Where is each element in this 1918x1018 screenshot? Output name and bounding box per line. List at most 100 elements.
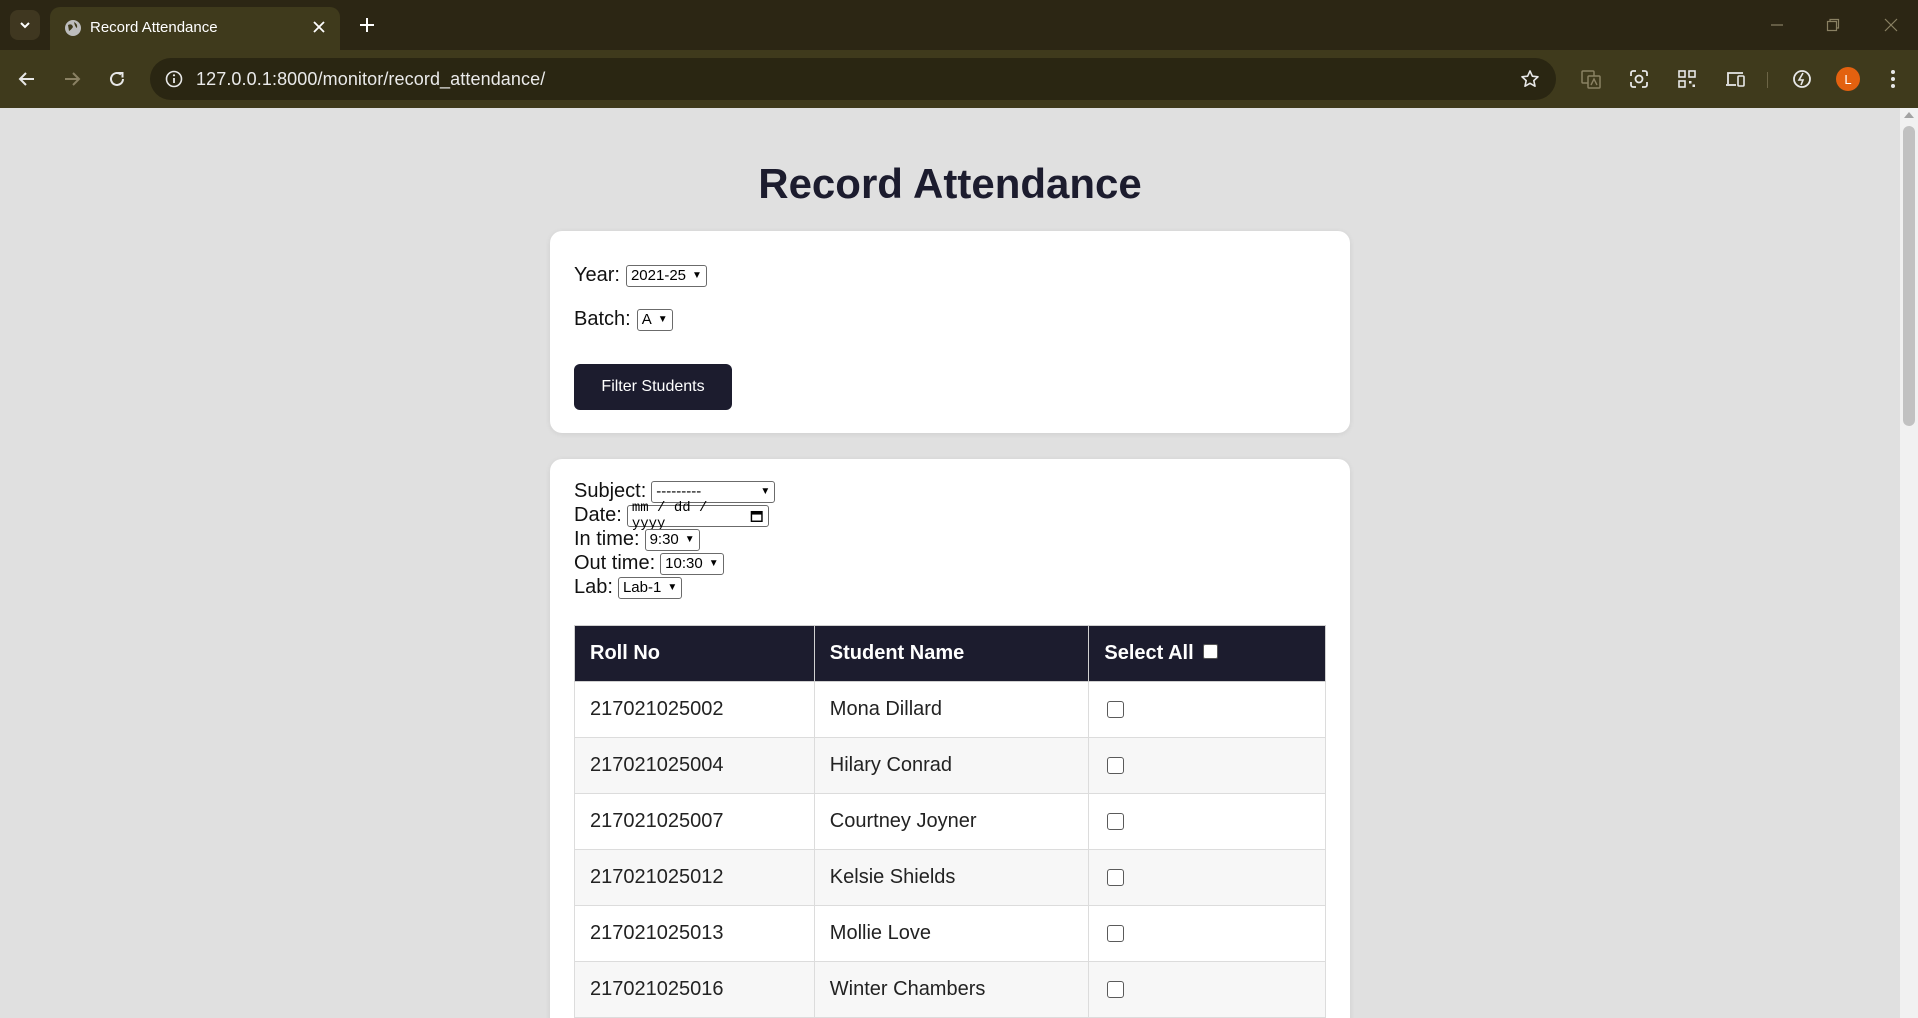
student-name-cell: Winter Chambers	[813, 961, 1090, 1018]
chevron-down-icon: ▼	[692, 270, 702, 281]
reload-icon	[110, 71, 124, 86]
back-button[interactable]	[12, 64, 42, 94]
url-text: 127.0.0.1:8000/monitor/record_attendance…	[196, 69, 546, 89]
address-bar[interactable]: 127.0.0.1:8000/monitor/record_attendance…	[150, 58, 1556, 100]
out-time-row: Out time: 10:30 ▼	[574, 552, 724, 575]
select-cell	[1088, 905, 1326, 962]
bookmark-button[interactable]	[1518, 67, 1542, 91]
minimize-icon	[1771, 24, 1783, 26]
tab-title: Record Attendance	[90, 19, 218, 36]
speed-icon	[1793, 70, 1811, 88]
site-info-button[interactable]	[160, 65, 188, 93]
page-title: Record Attendance	[758, 160, 1142, 207]
out-time-select[interactable]: 10:30 ▼	[660, 552, 724, 575]
out-time-label: Out time:	[574, 552, 656, 574]
table-row: 217021025002 Mona Dillard	[574, 681, 1326, 738]
student-checkbox[interactable]	[1107, 925, 1125, 943]
student-checkbox[interactable]	[1107, 813, 1125, 831]
year-select[interactable]: 2021-25 ▼	[625, 264, 707, 287]
google-lens-button[interactable]	[1624, 64, 1654, 94]
globe-icon	[65, 20, 81, 36]
roll-no-cell: 217021025004	[574, 737, 815, 794]
table-row: 217021025012 Kelsie Shields	[574, 849, 1326, 906]
year-label: Year:	[574, 264, 620, 286]
scroll-up-arrow-icon[interactable]	[1904, 112, 1914, 118]
plus-icon	[360, 18, 374, 32]
page-viewport: Record Attendance Year: 2021-25 ▼ Batch:…	[0, 108, 1900, 1018]
in-time-row: In time: 9:30 ▼	[574, 528, 700, 551]
student-checkbox[interactable]	[1107, 869, 1125, 887]
select-cell	[1088, 961, 1326, 1018]
filter-card: Year: 2021-25 ▼ Batch: A ▼ Filter Studen…	[550, 231, 1350, 433]
close-tab-button[interactable]	[308, 16, 330, 38]
performance-button[interactable]	[1787, 64, 1817, 94]
student-name-cell: Mollie Love	[813, 905, 1090, 962]
translate-button[interactable]	[1576, 64, 1606, 94]
reload-button[interactable]	[102, 64, 132, 94]
batch-row: Batch: A ▼	[574, 308, 673, 331]
lab-row: Lab: Lab-1 ▼	[574, 576, 683, 599]
batch-select[interactable]: A ▼	[636, 308, 673, 331]
select-cell	[1088, 681, 1326, 738]
arrow-right-icon	[65, 72, 81, 86]
qr-code-button[interactable]	[1672, 64, 1702, 94]
students-table: Roll No Student Name Select All 21702102…	[574, 625, 1326, 1018]
page-scrollbar[interactable]	[1900, 108, 1918, 1018]
date-input[interactable]: mm / dd / yyyy	[626, 500, 769, 532]
year-row: Year: 2021-25 ▼	[574, 264, 707, 287]
scrollbar-thumb[interactable]	[1903, 126, 1915, 426]
roll-no-cell: 217021025012	[574, 849, 815, 906]
new-tab-button[interactable]	[352, 10, 382, 40]
arrow-left-icon	[18, 72, 34, 86]
table-row: 217021025007 Courtney Joyner	[574, 793, 1326, 850]
student-checkbox[interactable]	[1107, 757, 1125, 775]
roll-no-cell: 217021025013	[574, 905, 815, 962]
select-cell	[1088, 793, 1326, 850]
chevron-down-icon: ▼	[708, 558, 719, 569]
lab-select[interactable]: Lab-1 ▼	[617, 576, 683, 599]
batch-value: A	[641, 311, 652, 328]
date-row: Date: mm / dd / yyyy	[574, 500, 769, 532]
student-checkbox[interactable]	[1107, 701, 1125, 719]
select-all-header: Select All	[1088, 625, 1326, 682]
student-name-cell: Kelsie Shields	[813, 849, 1090, 906]
date-label: Date:	[574, 504, 622, 526]
table-header-row: Roll No Student Name Select All	[574, 625, 1326, 682]
roll-no-cell: 217021025002	[574, 681, 815, 738]
browser-menu-button[interactable]	[1878, 64, 1908, 94]
date-placeholder: mm / dd / yyyy	[631, 499, 708, 532]
chevron-down-icon: ▼	[684, 534, 695, 545]
active-tab[interactable]: Record Attendance	[50, 7, 340, 50]
restore-button[interactable]	[1818, 10, 1848, 40]
profile-avatar[interactable]: L	[1836, 67, 1860, 91]
select-cell	[1088, 737, 1326, 794]
restore-icon	[1826, 18, 1840, 32]
attendance-card: Subject: --------- ▼ Date: mm / dd / yyy…	[550, 459, 1350, 1018]
roll-no-cell: 217021025016	[574, 961, 815, 1018]
student-name-cell: Hilary Conrad	[813, 737, 1090, 794]
chevron-down-icon: ▼	[760, 486, 771, 497]
browser-toolbar: 127.0.0.1:8000/monitor/record_attendance…	[0, 50, 1918, 108]
close-window-button[interactable]	[1876, 10, 1906, 40]
out-time-value: 10:30	[665, 555, 703, 572]
translate-icon	[1581, 70, 1601, 89]
year-value: 2021-25	[630, 267, 687, 284]
close-icon	[1884, 18, 1898, 32]
cast-button[interactable]	[1720, 64, 1750, 94]
tab-search-button[interactable]	[10, 10, 40, 40]
close-icon	[313, 21, 325, 33]
select-all-label: Select All	[1104, 642, 1194, 664]
in-time-select[interactable]: 9:30 ▼	[644, 528, 700, 551]
student-checkbox[interactable]	[1107, 981, 1125, 999]
minimize-button[interactable]	[1762, 10, 1792, 40]
lab-value: Lab-1	[622, 579, 662, 596]
calendar-icon	[751, 510, 764, 522]
info-icon	[165, 70, 183, 88]
chevron-down-icon: ▼	[657, 314, 668, 325]
chevron-down-icon: ▼	[667, 582, 678, 593]
filter-students-button[interactable]: Filter Students	[574, 364, 732, 410]
forward-button[interactable]	[57, 64, 87, 94]
select-all-checkbox[interactable]	[1203, 644, 1219, 660]
qr-code-icon	[1678, 70, 1696, 88]
devices-icon	[1726, 72, 1745, 87]
